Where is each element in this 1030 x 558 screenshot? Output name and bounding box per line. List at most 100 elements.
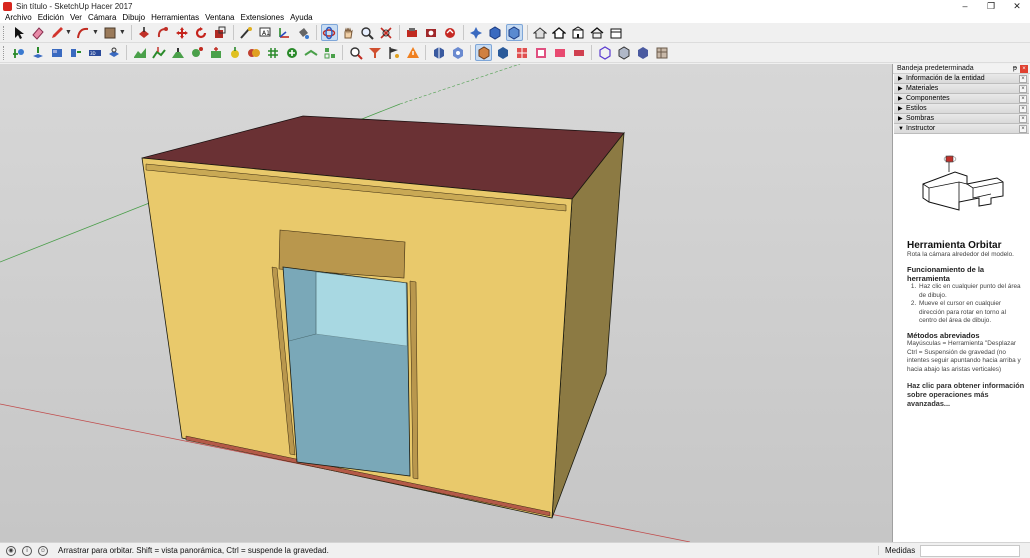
tape-measure-icon[interactable] — [238, 24, 255, 41]
advanced-info-link[interactable]: Haz clic para obtener información sobre … — [907, 381, 1025, 408]
green-axis-dashed — [399, 64, 521, 105]
tray-close-button[interactable]: × — [1020, 64, 1028, 73]
panel-materials[interactable]: ▶ Materiales × — [894, 84, 1029, 94]
scale-icon[interactable] — [212, 24, 229, 41]
measurements-input[interactable] — [920, 544, 1020, 557]
menu-ver[interactable]: Ver — [67, 13, 85, 22]
menu-ventana[interactable]: Ventana — [202, 13, 237, 22]
text-icon[interactable]: A1 — [257, 24, 274, 41]
back-edges-icon[interactable] — [494, 44, 511, 61]
panel-close-icon[interactable]: × — [1019, 94, 1027, 103]
menu-camara[interactable]: Cámara — [85, 13, 119, 22]
menu-dibujo[interactable]: Dibujo — [119, 13, 148, 22]
textured-icon[interactable] — [551, 44, 568, 61]
panel-shadows[interactable]: ▶ Sombras × — [894, 114, 1029, 124]
user-icon[interactable]: ☺ — [38, 545, 48, 556]
drape-icon[interactable] — [188, 44, 205, 61]
house-icon[interactable] — [532, 24, 549, 41]
solid-trim-icon[interactable] — [283, 44, 300, 61]
panel-close-icon[interactable]: × — [1019, 74, 1027, 83]
panel-entity-info[interactable]: ▶ Información de la entidad × — [894, 74, 1029, 84]
move-icon[interactable] — [174, 24, 191, 41]
add-detail-icon[interactable] — [207, 44, 224, 61]
paint-bucket-icon[interactable] — [295, 24, 312, 41]
rotate-icon[interactable] — [193, 24, 210, 41]
view-3d-icon[interactable] — [321, 44, 338, 61]
menu-herramientas[interactable]: Herramientas — [148, 13, 202, 22]
panel-styles[interactable]: ▶ Estilos × — [894, 104, 1029, 114]
filter-icon[interactable] — [366, 44, 383, 61]
view-shaded-icon[interactable] — [430, 44, 447, 61]
terrain-icon[interactable] — [131, 44, 148, 61]
extension-icon[interactable]: 3D — [86, 44, 103, 61]
arc-icon[interactable] — [75, 24, 92, 41]
iso-view-icon[interactable] — [468, 24, 485, 41]
zoom-window-icon[interactable] — [347, 44, 364, 61]
chevron-down-icon[interactable]: ▼ — [119, 29, 126, 36]
chevron-down-icon[interactable]: ▼ — [92, 29, 99, 36]
panel-close-icon[interactable]: × — [1019, 84, 1027, 93]
orbit-icon[interactable] — [320, 24, 338, 41]
camera-right-icon[interactable] — [653, 44, 670, 61]
stamp-icon[interactable] — [169, 44, 186, 61]
camera-front-icon[interactable] — [634, 44, 651, 61]
warehouse-share-icon[interactable] — [67, 44, 84, 61]
panel-instructor[interactable]: ▼ Instructor × — [894, 124, 1029, 134]
solid-intersect-icon[interactable] — [264, 44, 281, 61]
components-icon[interactable] — [404, 24, 421, 41]
panel-close-icon[interactable]: × — [1019, 104, 1027, 113]
maximize-button[interactable]: ❐ — [978, 0, 1004, 12]
front-view-icon[interactable] — [505, 24, 523, 41]
shaded-icon[interactable] — [532, 44, 549, 61]
menu-extensiones[interactable]: Extensiones — [237, 13, 287, 22]
top-view-icon[interactable] — [487, 24, 504, 41]
house-3-icon[interactable] — [570, 24, 587, 41]
eraser-icon[interactable] — [29, 24, 46, 41]
pin-icon[interactable]: ᵽ — [1010, 65, 1020, 72]
section-plane-icon[interactable] — [302, 44, 319, 61]
warehouse-icon[interactable] — [442, 24, 459, 41]
toolbar-grip[interactable] — [3, 25, 6, 40]
wireframe-icon[interactable] — [449, 44, 466, 61]
hidden-line-icon[interactable] — [513, 44, 530, 61]
info-icon[interactable]: i — [22, 545, 32, 556]
solid-union-icon[interactable] — [245, 44, 262, 61]
warning-icon[interactable] — [404, 44, 421, 61]
zoom-icon[interactable] — [359, 24, 376, 41]
house-2-icon[interactable] — [551, 24, 568, 41]
pencil-icon[interactable] — [48, 24, 65, 41]
menu-ayuda[interactable]: Ayuda — [287, 13, 316, 22]
pan-icon[interactable] — [340, 24, 357, 41]
smoove-icon[interactable] — [150, 44, 167, 61]
select-icon[interactable] — [10, 24, 27, 41]
chevron-down-icon[interactable]: ▼ — [65, 29, 72, 36]
monochrome-icon[interactable] — [570, 44, 587, 61]
follow-me-icon[interactable] — [155, 24, 172, 41]
import-icon[interactable] — [29, 44, 46, 61]
flip-edge-icon[interactable] — [226, 44, 243, 61]
camera-iso-icon[interactable] — [596, 44, 613, 61]
add-location-icon[interactable] — [10, 44, 27, 61]
house-4-icon[interactable] — [589, 24, 606, 41]
panel-close-icon[interactable]: × — [1019, 124, 1027, 133]
panel-components[interactable]: ▶ Componentes × — [894, 94, 1029, 104]
geo-location-icon[interactable]: ◉ — [6, 545, 16, 556]
toolbar-grip[interactable] — [3, 45, 6, 60]
xray-icon[interactable] — [475, 44, 492, 61]
sandbox-icon[interactable] — [105, 44, 122, 61]
shape-icon[interactable] — [102, 24, 119, 41]
axes-icon[interactable] — [276, 24, 293, 41]
house-5-icon[interactable] — [608, 24, 625, 41]
push-pull-icon[interactable] — [136, 24, 153, 41]
minimize-button[interactable]: – — [952, 0, 978, 12]
panel-close-icon[interactable]: × — [1019, 114, 1027, 123]
camera-top-icon[interactable] — [615, 44, 632, 61]
photo-texture-icon[interactable] — [48, 44, 65, 61]
flag-icon[interactable] — [385, 44, 402, 61]
styles-icon[interactable] — [423, 24, 440, 41]
menu-archivo[interactable]: Archivo — [2, 13, 35, 22]
zoom-extents-icon[interactable] — [378, 24, 395, 41]
close-button[interactable]: ✕ — [1004, 0, 1030, 12]
menu-edicion[interactable]: Edición — [35, 13, 67, 22]
drawing-area[interactable] — [0, 64, 892, 542]
